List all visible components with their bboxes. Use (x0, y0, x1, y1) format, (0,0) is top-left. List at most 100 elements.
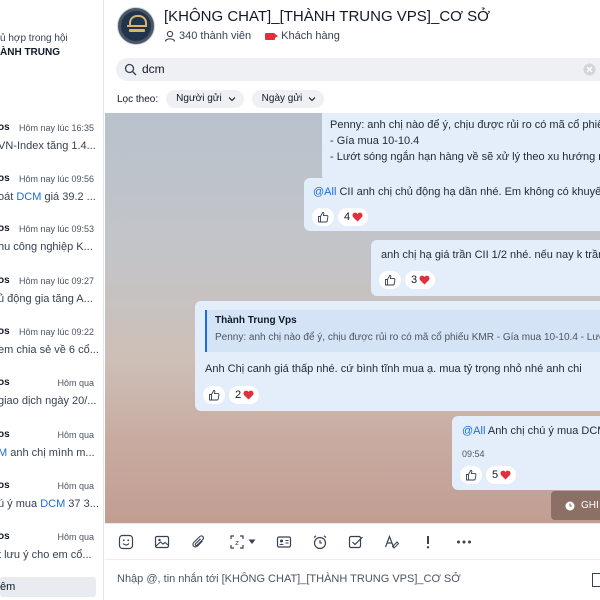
message-text: - Gía mua 10-10.4 (330, 135, 420, 147)
like-button[interactable] (203, 386, 225, 404)
result-snippet: hu công nghiệp K... (0, 241, 93, 253)
result-snippet: t lưu ý cho em cổ... (0, 549, 92, 561)
result-snippet: em chia sẻ về 6 cổ... (0, 344, 99, 356)
search-result-item[interactable]: os Hôm nay lúc 09:22 em chia sẻ về 6 cổ..… (0, 325, 103, 365)
message-bubble[interactable]: anh chị hạ giá trần CII 1/2 nhé. nếu nay… (371, 240, 600, 296)
group-title[interactable]: [KHÔNG CHAT]_[THÀNH TRUNG VPS]_CƠ SỞ (164, 8, 490, 25)
image-button[interactable] (153, 533, 171, 551)
heart-icon (243, 390, 254, 400)
task-button[interactable] (347, 533, 365, 551)
search-icon (124, 63, 137, 76)
result-sender: os (0, 122, 10, 133)
reaction-count-pill[interactable]: 5 (486, 466, 517, 484)
pinned-note-button[interactable]: GHI (551, 491, 600, 520)
result-sender: os (0, 531, 10, 542)
search-result-item[interactable]: os Hôm nay lúc 09:27 ủ động gia tăng A... (0, 274, 103, 314)
view-more-button[interactable]: êm (0, 577, 96, 597)
mention-all[interactable]: @All (462, 425, 485, 437)
result-time: Hôm nay lúc 09:27 (18, 276, 94, 286)
reminder-button[interactable] (311, 533, 329, 551)
composer-toolbar: z (105, 523, 600, 558)
text-format-button[interactable] (383, 533, 401, 551)
image-icon (154, 535, 170, 549)
result-sender: os (0, 223, 10, 234)
paperclip-icon (192, 535, 204, 548)
thumbs-up-icon (318, 211, 329, 223)
group-subtitle: 340 thành viên Khách hàng (164, 30, 340, 42)
exclamation-icon (426, 536, 430, 549)
clear-search-icon[interactable] (583, 63, 596, 76)
message-time: 09:54 (462, 449, 485, 459)
caret-down-icon (248, 539, 255, 544)
sticker-icon (118, 534, 134, 550)
result-time: Hôm qua (57, 378, 94, 388)
reaction-count-pill[interactable]: 3 (405, 271, 436, 289)
message-bubble[interactable]: @All CII anh chị chủ động hạ dần nhé. Em… (304, 178, 600, 231)
task-checkbox-icon (348, 535, 363, 549)
more-dots-icon (457, 540, 471, 544)
contact-card-button[interactable] (275, 533, 293, 551)
search-result-item[interactable]: os Hôm qua M anh chị mình m... (0, 428, 103, 468)
reaction-count-pill[interactable]: 2 (229, 386, 260, 404)
attach-file-button[interactable] (190, 533, 208, 551)
thumbs-up-icon (385, 274, 396, 286)
quoted-message[interactable]: Thành Trung Vps Penny: anh chị nào để ý,… (205, 310, 600, 352)
result-time: Hôm qua (57, 430, 94, 440)
search-result-item[interactable]: os Hôm nay lúc 09:56 oát DCM giá 39.2 ... (0, 172, 103, 212)
result-time: Hôm qua (57, 532, 94, 542)
search-result-item[interactable]: os Hôm qua giao dịch ngày 20/... (0, 376, 103, 416)
message-text: Anh Chị canh giá thấp nhé. cứ bình tĩnh … (205, 363, 582, 375)
search-result-item[interactable]: os Hôm qua t lưu ý cho em cổ... (0, 530, 103, 570)
send-icon[interactable] (592, 573, 600, 587)
search-result-item[interactable]: os Hôm qua ú ý mua DCM 37 3... (0, 479, 103, 519)
reaction-count-pill[interactable]: 4 (338, 208, 369, 226)
message-text: @All Anh chị chú ý mua DCM (462, 425, 600, 437)
alarm-clock-icon (313, 535, 327, 550)
message-list[interactable]: Penny: anh chị nào để ý, chịu được rủi r… (105, 113, 600, 523)
message-search-bar[interactable]: dcm (116, 58, 600, 81)
label-tag-text[interactable]: Khách hàng (281, 30, 340, 42)
result-sender: os (0, 275, 10, 286)
message-bubble[interactable]: Penny: anh chị nào để ý, chịu được rủi r… (322, 113, 600, 181)
message-bubble[interactable]: Thành Trung Vps Penny: anh chị nào để ý,… (195, 301, 600, 411)
result-sender: os (0, 326, 10, 337)
message-bubble[interactable]: @All Anh chị chú ý mua DCM 09:54 5 (452, 416, 600, 490)
contact-card-icon (276, 536, 292, 548)
search-input[interactable]: dcm (142, 58, 165, 81)
message-composer[interactable]: Nhập @, tin nhắn tới [KHÔNG CHAT]_[THÀNH… (105, 559, 600, 600)
group-avatar[interactable] (117, 7, 155, 45)
chevron-down-icon (228, 97, 236, 102)
message-input[interactable]: Nhập @, tin nhắn tới [KHÔNG CHAT]_[THÀNH… (117, 573, 461, 585)
heart-icon (352, 212, 363, 222)
more-options-button[interactable] (455, 533, 473, 551)
search-result-item[interactable]: os Hôm nay lúc 09:53 hu công nghiệp K... (0, 222, 103, 262)
result-sender: os (0, 480, 10, 491)
svg-text:z: z (235, 539, 239, 547)
screenshot-button[interactable]: z (225, 533, 259, 551)
urgent-button[interactable] (419, 533, 437, 551)
mention-all[interactable]: @All (313, 186, 336, 198)
sticker-button[interactable] (117, 533, 135, 551)
result-snippet: oát DCM giá 39.2 ... (0, 191, 96, 203)
search-result-item[interactable]: os Hôm nay lúc 16:35 VN-Index tăng 1.4... (0, 121, 103, 161)
like-button[interactable] (460, 466, 482, 484)
heart-icon (500, 470, 511, 480)
label-tag-icon (265, 32, 279, 40)
result-time: Hôm nay lúc 16:35 (18, 123, 94, 133)
result-time: Hôm nay lúc 09:53 (18, 224, 94, 234)
like-button[interactable] (312, 208, 334, 226)
filter-date-dropdown[interactable]: Ngày gửi (251, 90, 325, 108)
results-header-line1: ủ hợp trong hội (0, 33, 68, 44)
result-sender: os (0, 173, 10, 184)
filter-sender-dropdown[interactable]: Người gửi (166, 90, 244, 108)
heart-icon (419, 275, 430, 285)
like-button[interactable] (379, 271, 401, 289)
reactions: 2 (203, 385, 260, 405)
result-sender: os (0, 429, 10, 440)
member-count[interactable]: 340 thành viên (179, 30, 251, 42)
text-format-icon (384, 534, 400, 549)
message-text: - Lướt sóng ngắn hạn hàng về sẽ xử lý th… (330, 151, 600, 163)
result-time: Hôm qua (57, 481, 94, 491)
result-snippet: giao dịch ngày 20/... (0, 395, 97, 407)
message-text: @All CII anh chị chủ động hạ dần nhé. Em… (313, 186, 600, 198)
